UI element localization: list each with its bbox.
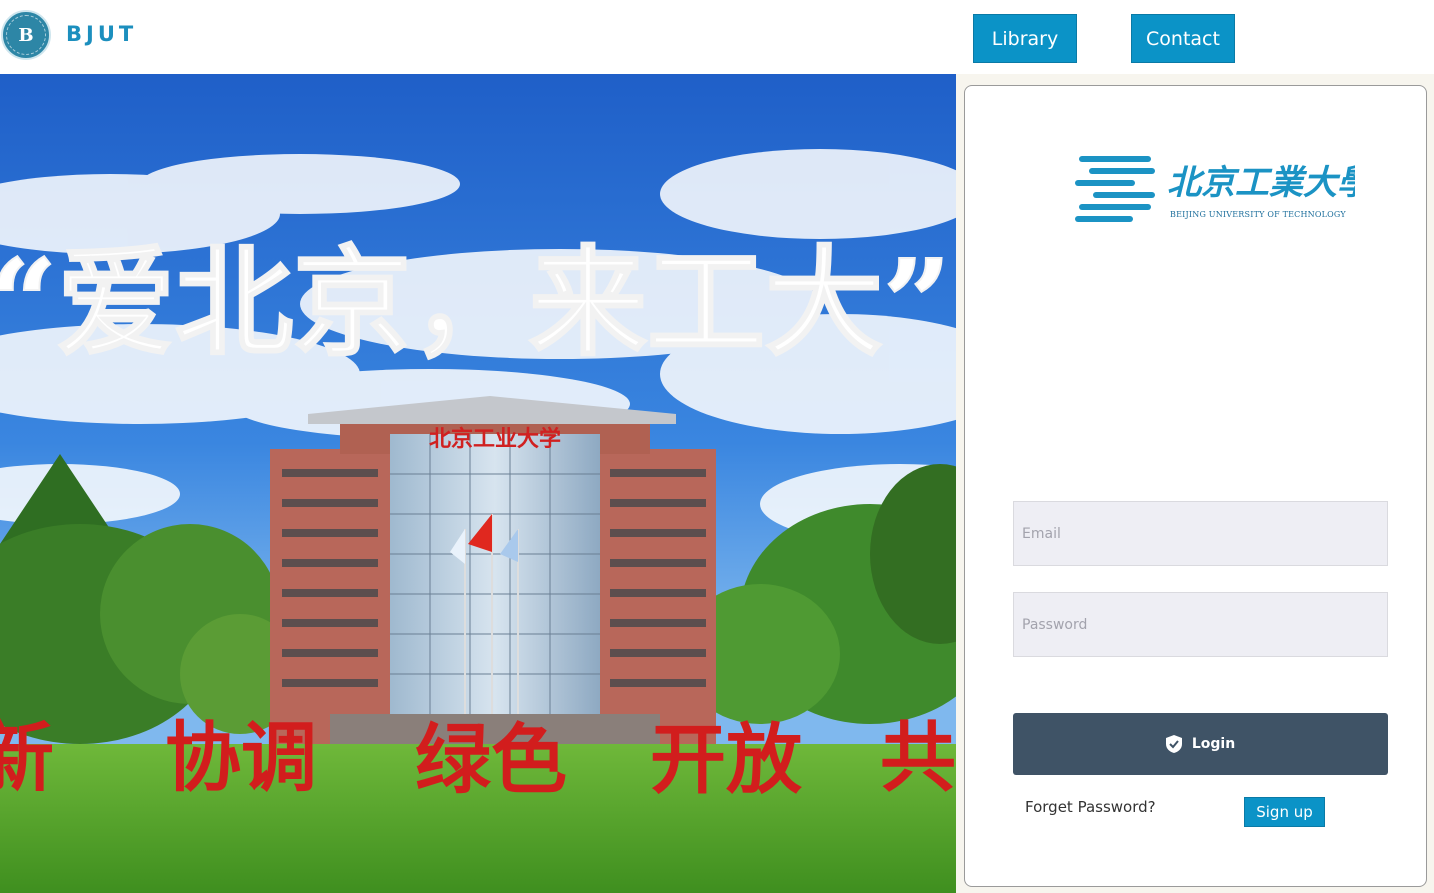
main-building: 北京工业大学: [270, 396, 716, 754]
ground-word-5: 共: [880, 713, 956, 802]
brand-name[interactable]: BJUT: [66, 22, 137, 46]
university-name-cn: 北京工業大學: [1167, 163, 1355, 203]
bjut-seal-icon[interactable]: B: [1, 10, 51, 60]
library-button[interactable]: Library: [973, 14, 1077, 63]
top-navigation-bar: B BJUT Library Contact: [0, 0, 1434, 74]
password-field[interactable]: [1013, 592, 1388, 657]
ground-word-4: 开放: [650, 715, 802, 804]
bjut-b-mark-icon: [1075, 156, 1155, 222]
contact-button[interactable]: Contact: [1131, 14, 1235, 63]
ground-word-1: 新: [0, 713, 54, 802]
ground-word-3: 绿色: [415, 715, 567, 804]
building-sign: 北京工业大学: [429, 426, 561, 452]
shield-check-icon: [1165, 735, 1182, 753]
login-card: 北京工業大學 BEIJING UNIVERSITY OF TECHNOLOGY …: [964, 85, 1427, 887]
email-field[interactable]: [1013, 501, 1388, 566]
login-button[interactable]: Login: [1013, 713, 1388, 775]
university-name-en: BEIJING UNIVERSITY OF TECHNOLOGY: [1170, 210, 1346, 219]
seal-letter-icon: B: [6, 15, 46, 55]
campus-hero-image: “爱北京，来工大” 北京工业大学 新 协调 绿色 开放 共: [0, 74, 956, 893]
forget-password-link[interactable]: Forget Password?: [1025, 798, 1156, 816]
sign-up-button[interactable]: Sign up: [1244, 797, 1325, 827]
ground-word-2: 协调: [165, 713, 317, 802]
hero-slogan: “爱北京，来工大”: [0, 233, 951, 372]
login-button-label: Login: [1191, 736, 1236, 752]
